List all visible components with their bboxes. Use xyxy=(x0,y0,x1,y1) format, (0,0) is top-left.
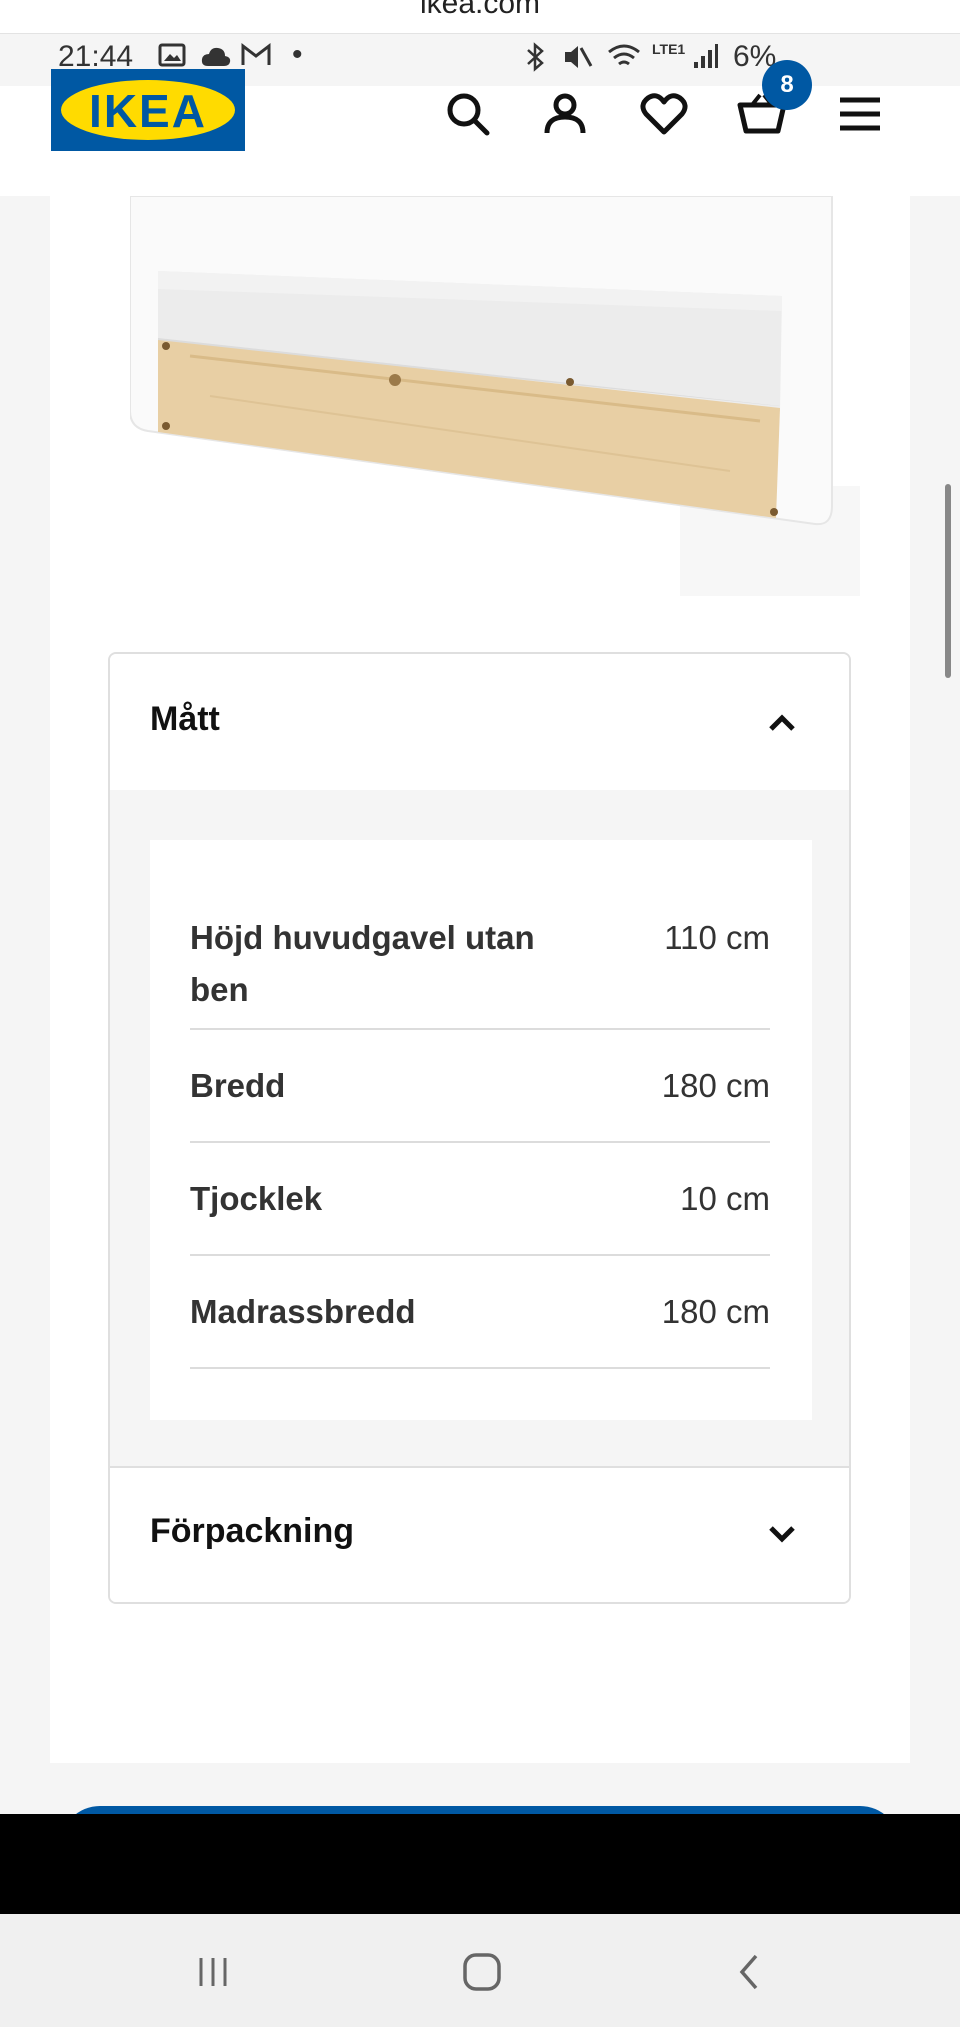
home-icon[interactable] xyxy=(452,1944,512,2000)
search-icon[interactable] xyxy=(440,86,496,142)
signal-icon xyxy=(692,42,720,78)
dimensions-accordion-header[interactable]: Mått xyxy=(110,654,849,790)
more-notifications-dot-icon: • xyxy=(292,38,303,71)
page-scrollbar[interactable] xyxy=(945,484,951,678)
page: { "browser": { "url": "ikea.com" }, "sta… xyxy=(0,0,960,2027)
dimension-label: Bredd xyxy=(190,1067,286,1104)
wifi-icon xyxy=(606,42,642,80)
packaging-accordion-header[interactable]: Förpackning xyxy=(110,1466,849,1602)
logo-text: IKEA xyxy=(89,85,207,137)
dimension-row: Bredd 180 cm xyxy=(190,1030,770,1143)
dimension-label: Höjd huvudgavel utan ben xyxy=(190,919,535,1008)
ikea-logo[interactable]: IKEA xyxy=(51,69,245,151)
menu-icon[interactable] xyxy=(832,86,888,142)
dimension-label: Tjocklek xyxy=(190,1180,323,1217)
cart-count-badge[interactable]: 8 xyxy=(762,60,812,110)
android-nav-bar xyxy=(0,1914,960,2027)
dimension-value: 110 cm xyxy=(664,919,770,956)
dimension-value: 10 cm xyxy=(680,1180,770,1217)
bluetooth-icon xyxy=(522,42,550,80)
recent-apps-icon[interactable] xyxy=(183,1944,243,2000)
network-type-label: LTE1 xyxy=(652,41,686,57)
dimensions-title: Mått xyxy=(150,700,220,738)
screen-bar xyxy=(0,1814,960,1914)
dimension-row: Madrassbredd 180 cm xyxy=(190,1256,770,1369)
dimension-row: Höjd huvudgavel utan ben 110 cm xyxy=(190,902,770,1030)
dimension-value: 180 cm xyxy=(661,1067,770,1104)
product-image[interactable] xyxy=(129,195,910,596)
dimensions-table: Höjd huvudgavel utan ben 110 cm Bredd 18… xyxy=(150,840,812,1420)
product-details-card: Mått Höjd huvudgavel utan ben 110 cm Bre… xyxy=(50,195,910,1763)
packaging-title: Förpackning xyxy=(150,1512,355,1550)
browser-url-bar[interactable]: ikea.com xyxy=(0,0,960,34)
site-header: IKEA 8 xyxy=(0,60,960,196)
product-info-accordion: Mått Höjd huvudgavel utan ben 110 cm Bre… xyxy=(108,652,851,1604)
url-text: ikea.com xyxy=(419,0,541,20)
back-icon[interactable] xyxy=(720,1944,780,2000)
mute-icon xyxy=(562,42,594,80)
chevron-down-icon[interactable] xyxy=(765,1516,799,1550)
account-icon[interactable] xyxy=(537,86,593,142)
dimensions-panel: Höjd huvudgavel utan ben 110 cm Bredd 18… xyxy=(110,790,849,1466)
chevron-up-icon[interactable] xyxy=(765,706,799,740)
dimension-label: Madrassbredd xyxy=(190,1293,416,1330)
heart-icon[interactable] xyxy=(636,86,692,142)
dimension-value: 180 cm xyxy=(661,1293,770,1330)
dimension-row: Tjocklek 10 cm xyxy=(190,1143,770,1256)
